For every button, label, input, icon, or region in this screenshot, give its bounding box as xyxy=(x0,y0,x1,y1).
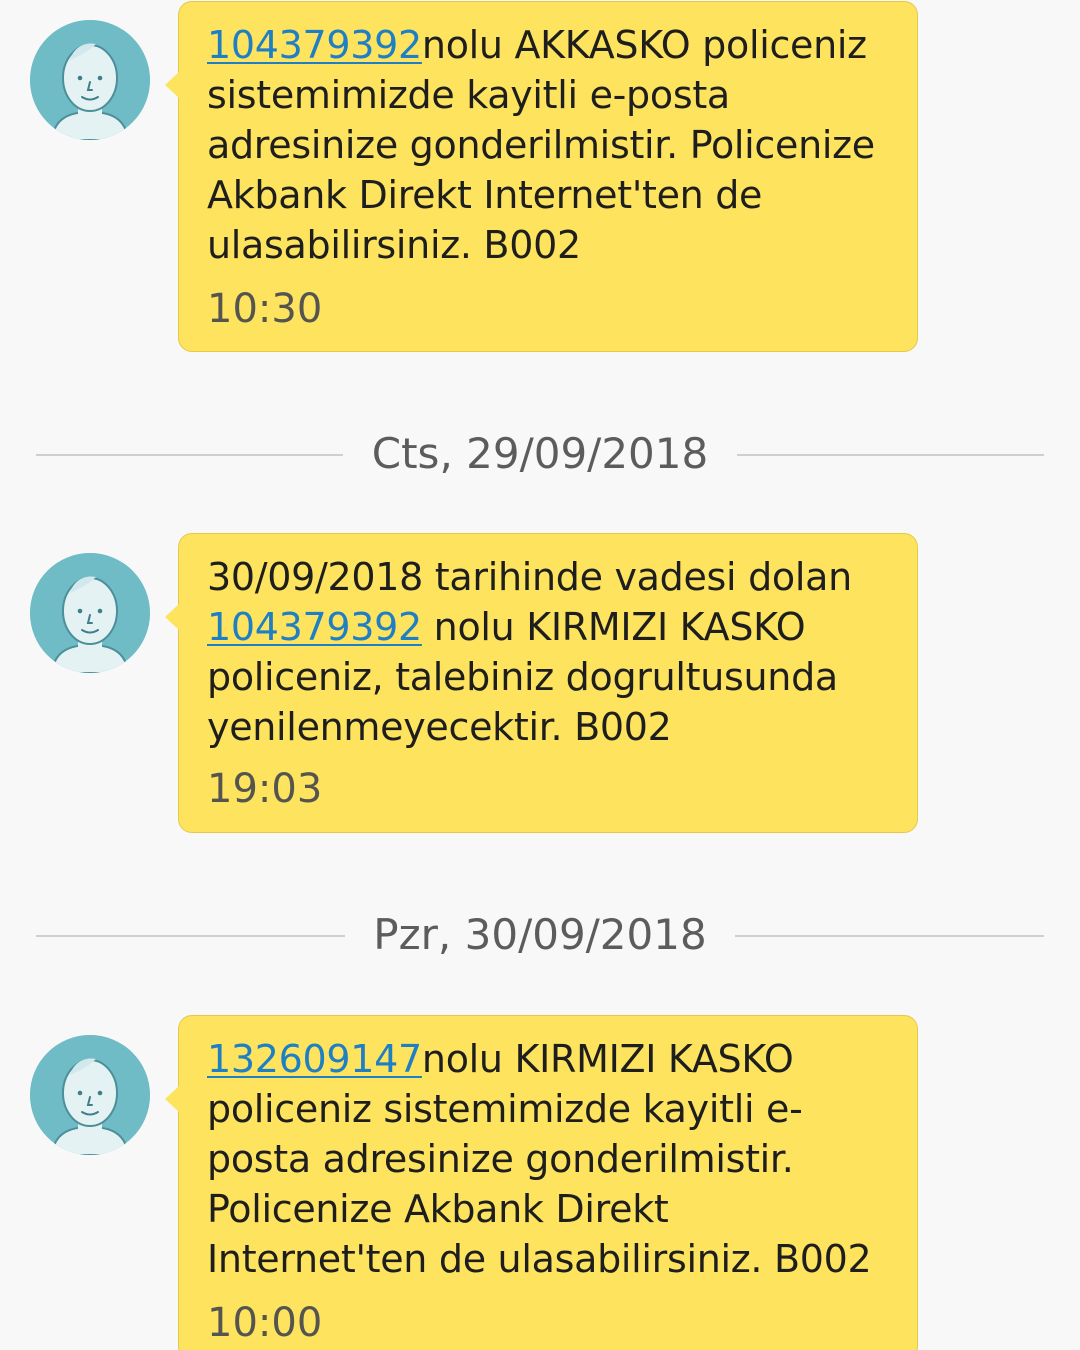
message-text: 132609147nolu KIRMIZI KASKO policeniz si… xyxy=(207,1034,889,1284)
policy-number-link[interactable]: 132609147 xyxy=(207,1037,422,1081)
contact-avatar[interactable] xyxy=(30,553,150,673)
message-timestamp: 10:30 xyxy=(207,286,323,332)
date-label: Cts, 29/09/2018 xyxy=(371,429,709,478)
date-divider: Pzr, 30/09/2018 xyxy=(0,905,1080,965)
message-bubble[interactable]: 30/09/2018 tarihinde vadesi dolan 1043793… xyxy=(165,533,918,833)
policy-number-link[interactable]: 104379392 xyxy=(207,23,422,67)
default-contact-avatar-icon xyxy=(30,20,150,140)
message-body-prefix: 30/09/2018 tarihinde vadesi dolan xyxy=(207,555,852,599)
message-thread: 104379392nolu AKKASKO policeniz sistemim… xyxy=(0,0,1080,1350)
policy-number-link[interactable]: 104379392 xyxy=(207,605,422,649)
message-bubble[interactable]: 132609147nolu KIRMIZI KASKO policeniz si… xyxy=(165,1015,918,1350)
bubble-tail xyxy=(165,604,179,630)
date-divider: Cts, 29/09/2018 xyxy=(0,424,1080,484)
default-contact-avatar-icon xyxy=(30,1035,150,1155)
message-timestamp: 10:00 xyxy=(207,1300,323,1346)
contact-avatar[interactable] xyxy=(30,20,150,140)
message-text: 104379392nolu AKKASKO policeniz sistemim… xyxy=(207,20,889,270)
message-text: 30/09/2018 tarihinde vadesi dolan 1043793… xyxy=(207,552,889,752)
default-contact-avatar-icon xyxy=(30,553,150,673)
message-bubble[interactable]: 104379392nolu AKKASKO policeniz sistemim… xyxy=(165,1,918,352)
bubble-tail xyxy=(165,1086,179,1112)
date-label: Pzr, 30/09/2018 xyxy=(373,910,707,959)
message-timestamp: 19:03 xyxy=(207,766,323,812)
contact-avatar[interactable] xyxy=(30,1035,150,1155)
bubble-tail xyxy=(165,72,179,98)
